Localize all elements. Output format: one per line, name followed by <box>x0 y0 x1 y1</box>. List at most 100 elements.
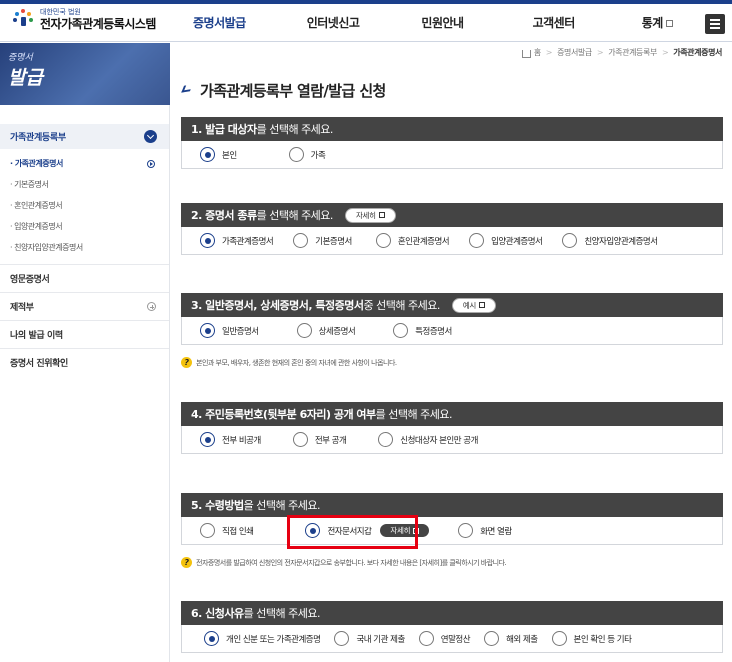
site-logo[interactable]: 대한민국 법원 전자가족관계등록시스템 <box>12 8 156 31</box>
radio-domestic[interactable]: 국내 기관 제출 <box>334 631 405 646</box>
sidebar-item-removed-register[interactable]: 제적부 <box>0 292 169 320</box>
external-link-icon <box>413 527 420 534</box>
radio-unchecked-icon[interactable] <box>334 631 350 646</box>
external-link-icon <box>378 212 385 218</box>
sidebar-item-history[interactable]: 나의 발급 이력 <box>0 320 169 348</box>
sidebar-sub-item-family[interactable]: · 가족관계증명서 <box>0 153 169 174</box>
external-link-icon <box>479 302 486 308</box>
radio-basic-cert[interactable]: 기본증명서 <box>293 233 352 248</box>
section-target: 1. 발급 대상자 를 선택해 주세요. 본인 가족 <box>181 117 723 169</box>
breadcrumb-level-2[interactable]: 가족관계등록부 <box>608 47 657 58</box>
sidebar-group-label: 가족관계등록부 <box>10 133 66 143</box>
sidebar-sub-item-basic[interactable]: · 기본증명서 <box>0 174 169 195</box>
radio-detailed-cert[interactable]: 상세증명서 <box>296 323 356 338</box>
nav-civil-guide[interactable]: 민원안내 <box>421 4 464 42</box>
radio-unchecked-icon[interactable] <box>469 233 485 248</box>
section-options: 일반증명서 상세증명서 특정증명서 <box>181 317 723 345</box>
radio-unchecked-icon[interactable] <box>551 631 567 646</box>
sidebar-group-family-register[interactable]: 가족관계등록부 <box>0 124 169 149</box>
section-reason: 6. 신청사유 를 선택해 주세요. 개인 신분 또는 가족관계증명 국내 기관 … <box>181 601 723 653</box>
section-header: 3. 일반증명서, 상세증명서, 특정증명서 중 선택해 주세요. 예시 <box>181 293 723 317</box>
section-header: 6. 신청사유 를 선택해 주세요. <box>181 601 723 625</box>
section-header: 4. 주민등록번호(뒷부분 6자리) 공개 여부 를 선택해 주세요. <box>181 402 723 426</box>
logo-title: 전자가족관계등록시스템 <box>40 17 156 31</box>
site-header: 대한민국 법원 전자가족관계등록시스템 증명서발급 인터넷신고 민원안내 고객센… <box>0 4 732 42</box>
radio-checked-icon[interactable] <box>200 432 215 447</box>
breadcrumb: 홈 > 증명서발급 > 가족관계등록부 > 가족관계증명서 <box>521 47 722 58</box>
radio-specific-cert[interactable]: 특정증명서 <box>393 323 452 338</box>
detail-button[interactable]: 자세히 <box>344 207 396 223</box>
radio-checked-icon[interactable] <box>200 147 215 162</box>
section-options: 전부 비공개 전부 공개 신청대상자 본인만 공개 <box>181 426 723 454</box>
radio-other[interactable]: 본인 확인 등 기타 <box>551 631 632 646</box>
section-options: 본인 가족 <box>181 141 723 169</box>
note-section3: ? 본인과 부모, 배우자, 생존한 현재의 혼인 중의 자녀에 관한 사항이 나… <box>181 357 397 368</box>
radio-adoption-cert[interactable]: 입양관계증명서 <box>469 233 543 248</box>
section-resident-number: 4. 주민등록번호(뒷부분 6자리) 공개 여부 를 선택해 주세요. 전부 비공… <box>181 402 723 454</box>
sidebar-item-english[interactable]: 영문증명서 <box>0 264 169 292</box>
radio-full-adoption-cert[interactable]: 친양자입양관계증명서 <box>562 233 658 248</box>
radio-unchecked-icon[interactable] <box>200 523 215 538</box>
radio-screen-view[interactable]: 화면 열람 <box>458 523 512 538</box>
logo-sub-text: 대한민국 법원 <box>40 8 81 16</box>
radio-unchecked-icon[interactable] <box>292 432 308 447</box>
detail-button[interactable]: 자세히 <box>379 523 431 538</box>
question-icon: ? <box>181 557 192 568</box>
radio-all-hidden[interactable]: 전부 비공개 <box>200 432 261 447</box>
nav-statistics-label: 통계 <box>641 16 664 30</box>
radio-unchecked-icon[interactable] <box>484 631 500 646</box>
nav-certificate[interactable]: 증명서발급 <box>193 4 246 42</box>
page-title: 가족관계등록부 열람/발급 신청 <box>181 80 386 101</box>
sidebar-sub-item-full-adoption[interactable]: · 친양자입양관계증명서 <box>0 237 169 258</box>
radio-unchecked-icon[interactable] <box>288 147 304 162</box>
hamburger-menu-button[interactable] <box>705 14 725 34</box>
radio-identity[interactable]: 개인 신분 또는 가족관계증명 <box>204 631 321 646</box>
radio-unchecked-icon[interactable] <box>418 631 434 646</box>
radio-general-cert[interactable]: 일반증명서 <box>200 323 259 338</box>
radio-self-only-public[interactable]: 신청대상자 본인만 공개 <box>378 432 478 447</box>
radio-unchecked-icon[interactable] <box>296 323 312 338</box>
radio-marriage-cert[interactable]: 혼인관계증명서 <box>375 233 450 248</box>
radio-year-end[interactable]: 연말정산 <box>418 631 471 646</box>
radio-unchecked-icon[interactable] <box>375 233 391 248</box>
banner-small-text: 증명서 <box>8 53 33 63</box>
radio-self[interactable]: 본인 <box>200 147 237 162</box>
radio-family[interactable]: 가족 <box>288 147 326 162</box>
play-circle-icon <box>147 159 155 168</box>
section-cert-detail: 3. 일반증명서, 상세증명서, 특정증명서 중 선택해 주세요. 예시 일반증… <box>181 293 723 345</box>
radio-unchecked-icon[interactable] <box>393 323 409 338</box>
court-logo-icon <box>12 8 34 31</box>
radio-unchecked-icon[interactable] <box>378 432 394 447</box>
radio-unchecked-icon[interactable] <box>293 233 309 248</box>
breadcrumb-level-1[interactable]: 증명서발급 <box>557 47 592 58</box>
radio-checked-icon[interactable] <box>200 233 215 248</box>
nav-statistics[interactable]: 통계 <box>642 4 673 42</box>
radio-family-cert[interactable]: 가족관계증명서 <box>200 233 274 248</box>
main-nav: 증명서발급 인터넷신고 민원안내 고객센터 통계 <box>190 4 673 42</box>
sidebar: 증명서 발급 가족관계등록부 · 가족관계증명서 · 기본증명서 · 혼인관계증… <box>0 43 170 662</box>
main-content: 홈 > 증명서발급 > 가족관계등록부 > 가족관계증명서 가족관계등록부 열람/발급… <box>171 43 732 662</box>
chevron-down-icon <box>144 130 157 143</box>
section-options: 개인 신분 또는 가족관계증명 국내 기관 제출 연말정산 해외 제출 본인 확… <box>181 625 723 653</box>
radio-unchecked-icon[interactable] <box>458 523 474 538</box>
section-options: 가족관계증명서 기본증명서 혼인관계증명서 입양관계증명서 친양자입양관계증명서 <box>181 227 723 255</box>
breadcrumb-home[interactable]: 홈 <box>534 47 541 58</box>
section-receive-method: 5. 수령방법 을 선택해 주세요. 직접 인쇄 전자문서지갑 자세히 화면 열람 <box>181 493 723 545</box>
note-section5: ? 전자증명서를 발급하여 신청인의 전자문서지갑으로 송부합니다. 보다 자세한… <box>181 557 507 568</box>
nav-online-report[interactable]: 인터넷신고 <box>307 4 360 42</box>
example-button[interactable]: 예시 <box>451 297 497 313</box>
radio-all-public[interactable]: 전부 공개 <box>292 432 347 447</box>
sidebar-item-verify[interactable]: 증명서 진위확인 <box>0 348 169 376</box>
radio-checked-icon[interactable] <box>305 523 321 538</box>
plus-circle-icon <box>147 302 156 311</box>
radio-checked-icon[interactable] <box>204 631 219 646</box>
radio-overseas[interactable]: 해외 제출 <box>484 631 538 646</box>
sidebar-sub-item-marriage[interactable]: · 혼인관계증명서 <box>0 195 169 216</box>
radio-direct-print[interactable]: 직접 인쇄 <box>200 523 254 538</box>
sidebar-sub-item-adoption[interactable]: · 입양관계증명서 <box>0 216 169 237</box>
radio-e-wallet[interactable]: 전자문서지갑 <box>305 523 372 538</box>
nav-customer-center[interactable]: 고객센터 <box>533 4 576 42</box>
radio-unchecked-icon[interactable] <box>562 233 578 248</box>
section-options: 직접 인쇄 전자문서지갑 자세히 화면 열람 <box>181 517 723 545</box>
radio-checked-icon[interactable] <box>200 323 215 338</box>
